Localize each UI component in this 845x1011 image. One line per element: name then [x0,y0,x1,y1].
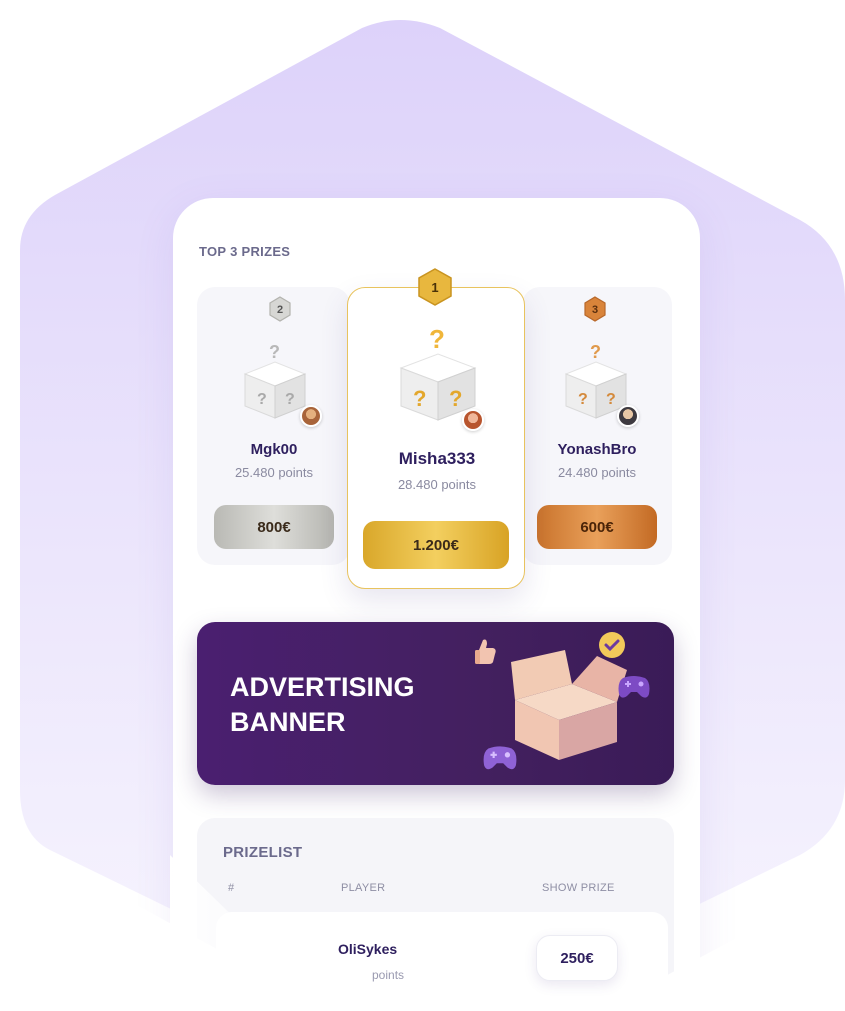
prize-amount-button[interactable]: 1.200€ [363,521,509,569]
player-name: Misha333 [398,449,476,468]
column-header-show-prize: SHOW PRIZE [542,882,615,894]
avatar [617,405,639,427]
svg-text:?: ? [285,391,295,408]
gamepad-icon [483,746,517,770]
thumbs-up-icon [475,639,496,664]
player-points: 28.480 points [397,477,477,492]
prize-amount-button[interactable]: 800€ [214,505,334,549]
avatar [462,409,484,431]
check-badge-icon [599,632,625,658]
svg-text:?: ? [590,342,601,362]
svg-text:3: 3 [592,304,598,316]
svg-text:?: ? [578,391,588,408]
player-points: 24.480 points [557,465,637,480]
player-name: YonashBro [557,441,637,458]
mystery-box-icon: ? ? ? [399,324,477,421]
svg-text:?: ? [413,386,426,411]
svg-text:2: 2 [277,304,283,316]
gamepad-icon [618,676,650,698]
rank-3-badge-icon: 3 [584,296,606,322]
show-prize-button[interactable]: 250€ [536,935,618,981]
svg-text:?: ? [257,391,267,408]
prizelist-title: PRIZELIST [223,844,303,861]
rank-2-badge-icon: 2 [269,296,291,322]
svg-text:?: ? [429,324,445,354]
ad-line-1: ADVERTISING [230,672,415,702]
avatar [300,405,322,427]
column-header-rank: # [228,882,235,894]
svg-text:1: 1 [431,280,438,295]
svg-text:?: ? [606,391,616,408]
column-header-player: PLAYER [341,882,386,894]
ad-line-2: BANNER [230,707,346,737]
svg-text:?: ? [449,386,462,411]
player-name: Mgk00 [250,441,298,458]
prize-amount-button[interactable]: 600€ [537,505,657,549]
row-player-name: OliSykes [338,941,398,957]
svg-text:?: ? [269,342,280,362]
top-prizes-title: TOP 3 PRIZES [199,244,291,259]
ad-headline: ADVERTISING BANNER [230,670,490,740]
row-player-points: points [372,968,405,982]
player-points: 25.480 points [234,465,314,480]
rank-1-badge-icon: 1 [418,268,452,306]
advertising-banner[interactable]: ADVERTISING BANNER [197,622,674,785]
